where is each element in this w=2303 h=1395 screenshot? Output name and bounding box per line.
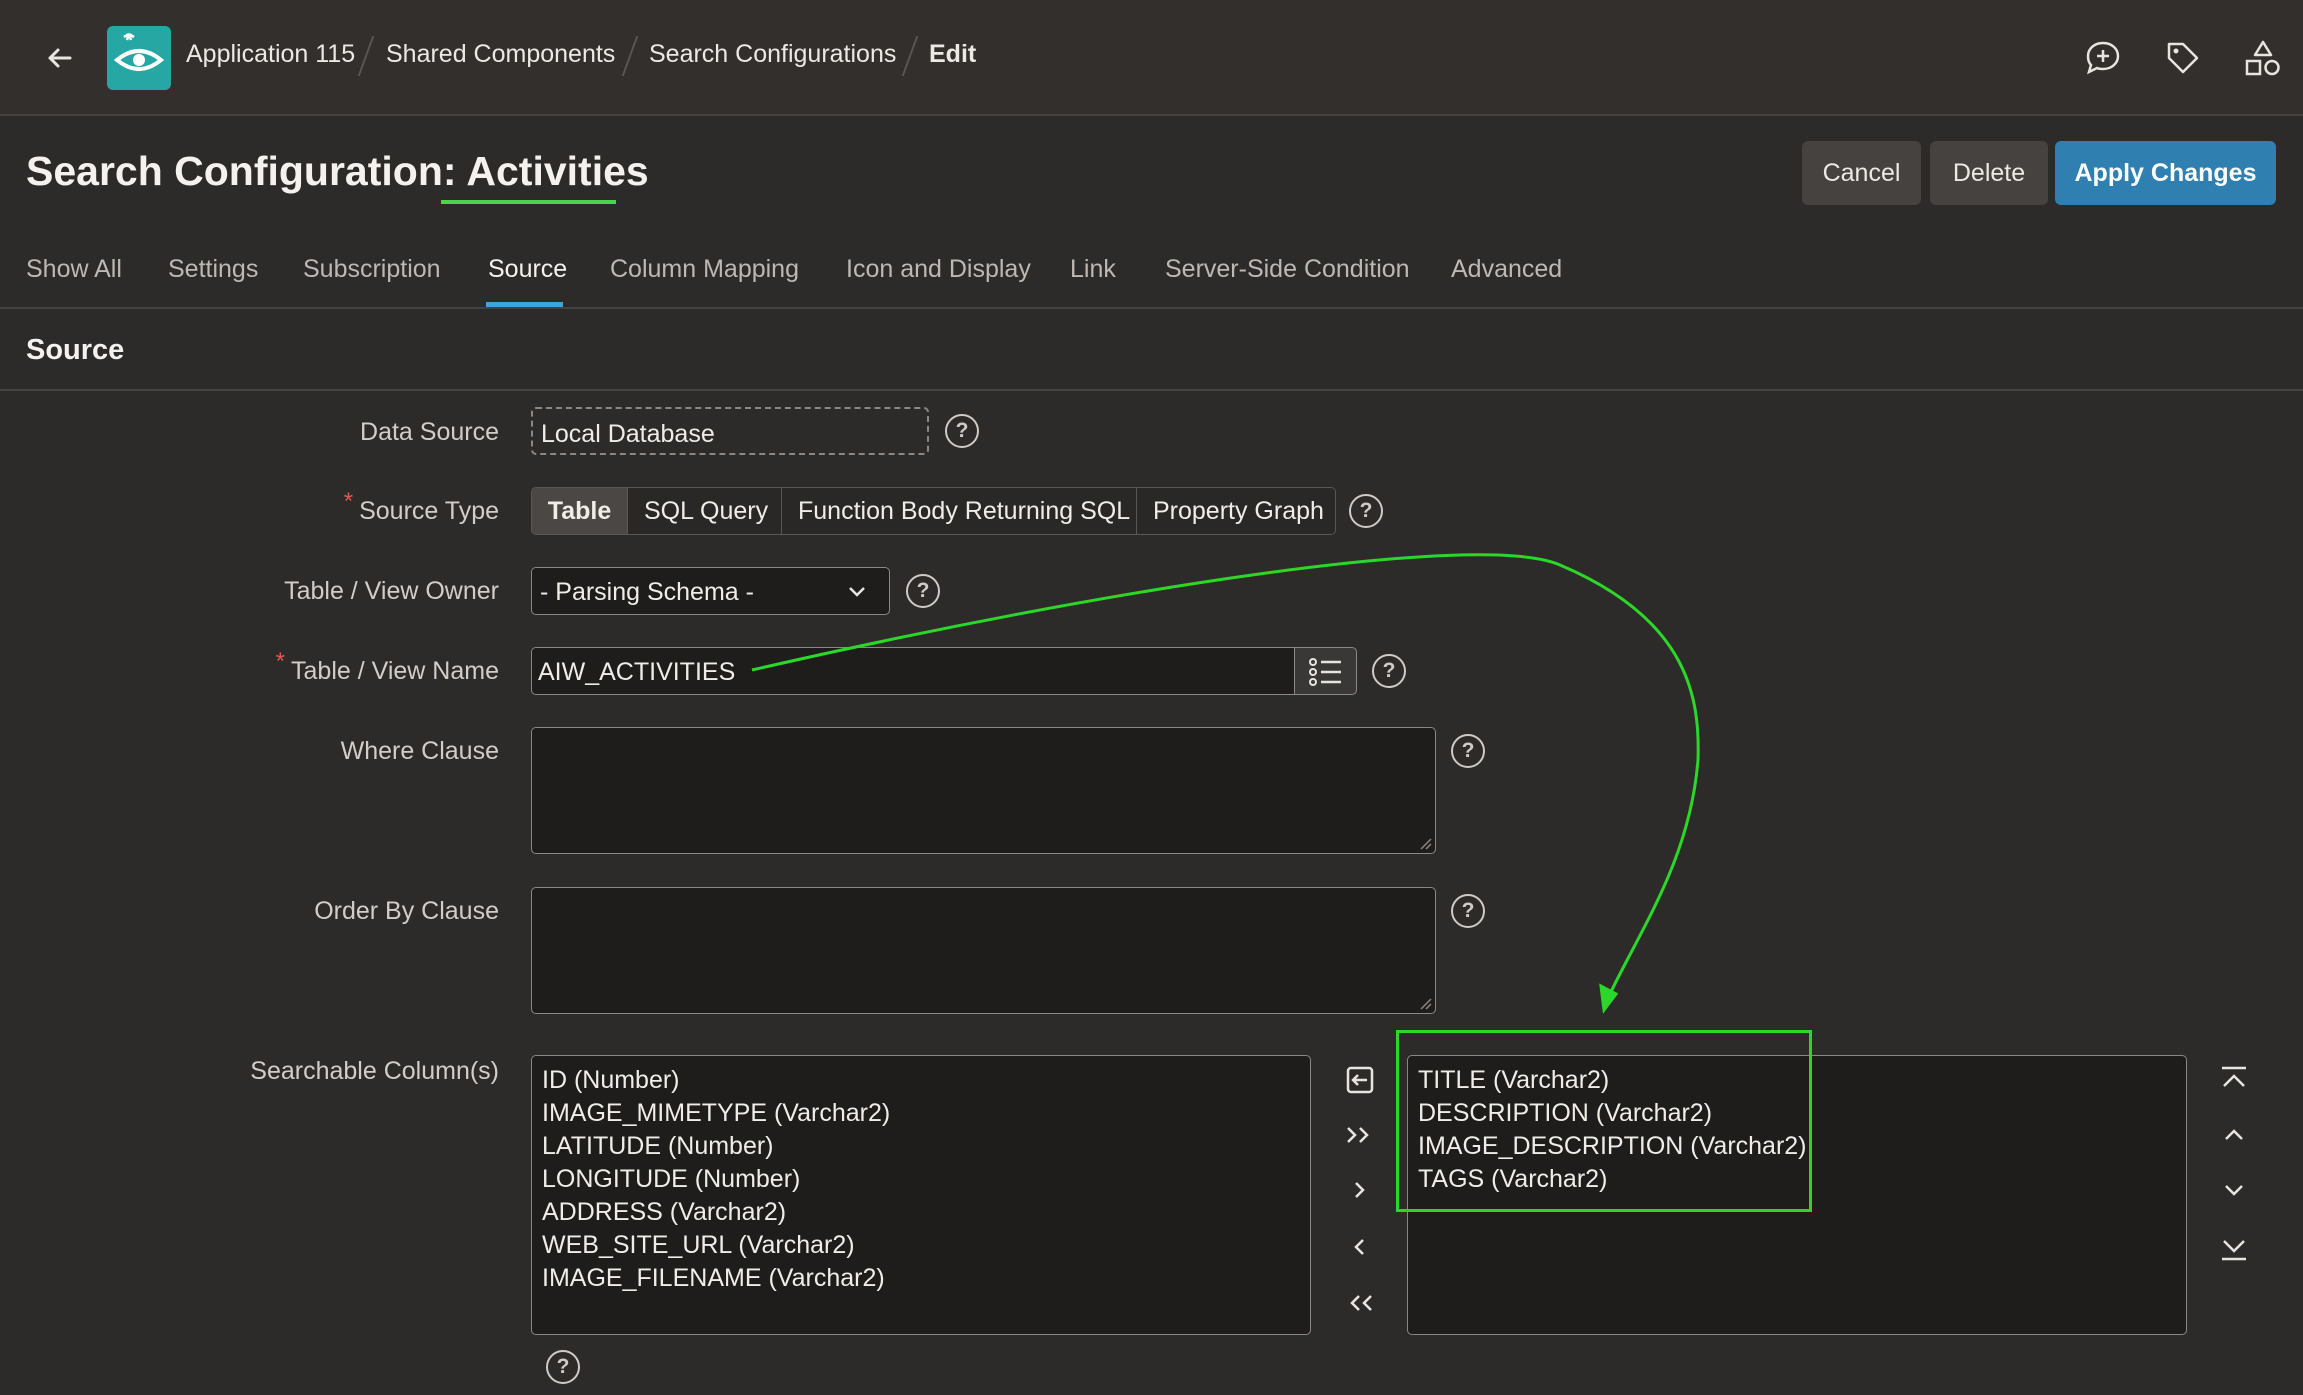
owner-select[interactable]: - Parsing Schema - bbox=[531, 567, 890, 615]
breadcrumb-app[interactable]: Application 115 bbox=[186, 40, 355, 69]
annotation-highlight-box bbox=[1396, 1030, 1812, 1212]
breadcrumb-current: Edit bbox=[929, 40, 977, 68]
list-item[interactable]: IMAGE_MIMETYPE (Varchar2) bbox=[542, 1097, 1300, 1130]
tab-source[interactable]: Source bbox=[488, 255, 567, 284]
help-icon[interactable]: ? bbox=[546, 1350, 580, 1384]
tab-settings[interactable]: Settings bbox=[168, 255, 258, 284]
list-item[interactable]: ADDRESS (Varchar2) bbox=[542, 1196, 1300, 1229]
resize-handle-icon[interactable] bbox=[1418, 996, 1432, 1010]
owner-label: Table / View Owner bbox=[284, 577, 499, 605]
move-all-right-icon[interactable] bbox=[1340, 1115, 1380, 1155]
required-marker: * bbox=[343, 488, 354, 515]
apply-changes-button[interactable]: Apply Changes bbox=[2055, 141, 2276, 205]
delete-button[interactable]: Delete bbox=[1930, 141, 2048, 205]
breadcrumb-shared-components[interactable]: Shared Components bbox=[386, 40, 615, 69]
back-arrow-icon[interactable] bbox=[38, 36, 82, 80]
move-top-icon[interactable] bbox=[2214, 1060, 2254, 1100]
data-source-display: Local Database bbox=[531, 407, 929, 455]
required-marker: * bbox=[275, 648, 286, 675]
region-title: Source bbox=[26, 334, 125, 366]
tab-server-side-condition[interactable]: Server-Side Condition bbox=[1165, 255, 1410, 284]
tab-link[interactable]: Link bbox=[1070, 255, 1116, 284]
tag-icon[interactable] bbox=[2163, 38, 2203, 78]
breadcrumb-search-configurations[interactable]: Search Configurations bbox=[649, 40, 896, 69]
tab-icon-and-display[interactable]: Icon and Display bbox=[846, 255, 1031, 284]
move-bottom-icon[interactable] bbox=[2214, 1227, 2254, 1267]
tabs-divider bbox=[0, 307, 2303, 309]
page-title-name: Activities bbox=[466, 148, 649, 194]
reset-icon[interactable] bbox=[1340, 1060, 1380, 1100]
tab-column-mapping[interactable]: Column Mapping bbox=[610, 255, 799, 284]
help-icon[interactable]: ? bbox=[1451, 734, 1485, 768]
order-by-clause-textarea[interactable] bbox=[531, 887, 1436, 1014]
searchable-columns-label: Searchable Column(s) bbox=[250, 1057, 499, 1085]
source-type-table[interactable]: Table bbox=[532, 488, 628, 534]
source-type-label-text: Source Type bbox=[359, 497, 499, 525]
page-title: Search Configuration: Activities bbox=[26, 148, 649, 195]
available-columns-list[interactable]: ID (Number) IMAGE_MIMETYPE (Varchar2) LA… bbox=[531, 1055, 1311, 1335]
cancel-button[interactable]: Cancel bbox=[1802, 141, 1921, 205]
source-type-label: * Source Type bbox=[199, 488, 499, 526]
list-item[interactable]: ID (Number) bbox=[542, 1064, 1300, 1097]
source-type-property-graph[interactable]: Property Graph bbox=[1137, 488, 1335, 534]
move-left-icon[interactable] bbox=[1340, 1227, 1380, 1267]
table-name-input[interactable]: AIW_ACTIVITIES bbox=[531, 647, 1295, 695]
help-icon[interactable]: ? bbox=[945, 414, 979, 448]
table-name-label: * Table / View Name bbox=[199, 648, 499, 686]
page-title-prefix: Search Configuration: bbox=[26, 148, 467, 194]
tab-advanced[interactable]: Advanced bbox=[1451, 255, 1562, 284]
list-item[interactable]: IMAGE_FILENAME (Varchar2) bbox=[542, 1262, 1300, 1295]
move-right-icon[interactable] bbox=[1340, 1170, 1380, 1210]
data-source-label: Data Source bbox=[360, 418, 499, 446]
help-icon[interactable]: ? bbox=[1349, 494, 1383, 528]
help-icon[interactable]: ? bbox=[1372, 654, 1406, 688]
source-type-radio-group: Table SQL Query Function Body Returning … bbox=[531, 487, 1336, 535]
shapes-icon[interactable] bbox=[2243, 38, 2283, 78]
feedback-chat-icon[interactable] bbox=[2083, 38, 2123, 78]
help-icon[interactable]: ? bbox=[906, 574, 940, 608]
tab-show-all[interactable]: Show All bbox=[26, 255, 122, 284]
title-highlight-underline bbox=[441, 200, 616, 204]
help-icon[interactable]: ? bbox=[1451, 894, 1485, 928]
move-all-left-icon[interactable] bbox=[1340, 1283, 1380, 1323]
where-clause-label: Where Clause bbox=[340, 737, 499, 765]
move-up-icon[interactable] bbox=[2214, 1115, 2254, 1155]
list-item[interactable]: LONGITUDE (Number) bbox=[542, 1163, 1300, 1196]
list-item[interactable]: WEB_SITE_URL (Varchar2) bbox=[542, 1229, 1300, 1262]
tab-subscription[interactable]: Subscription bbox=[303, 255, 441, 284]
app-logo-icon[interactable] bbox=[107, 26, 171, 90]
list-item[interactable]: LATITUDE (Number) bbox=[542, 1130, 1300, 1163]
source-type-sql-query[interactable]: SQL Query bbox=[628, 488, 782, 534]
list-of-values-icon[interactable] bbox=[1294, 647, 1357, 695]
region-divider bbox=[0, 389, 2303, 391]
table-name-label-text: Table / View Name bbox=[291, 657, 499, 685]
order-by-clause-label: Order By Clause bbox=[314, 897, 499, 925]
move-down-icon[interactable] bbox=[2214, 1170, 2254, 1210]
resize-handle-icon[interactable] bbox=[1418, 836, 1432, 850]
chevron-down-icon bbox=[846, 580, 868, 602]
source-type-function-body[interactable]: Function Body Returning SQL bbox=[782, 488, 1137, 534]
where-clause-textarea[interactable] bbox=[531, 727, 1436, 854]
